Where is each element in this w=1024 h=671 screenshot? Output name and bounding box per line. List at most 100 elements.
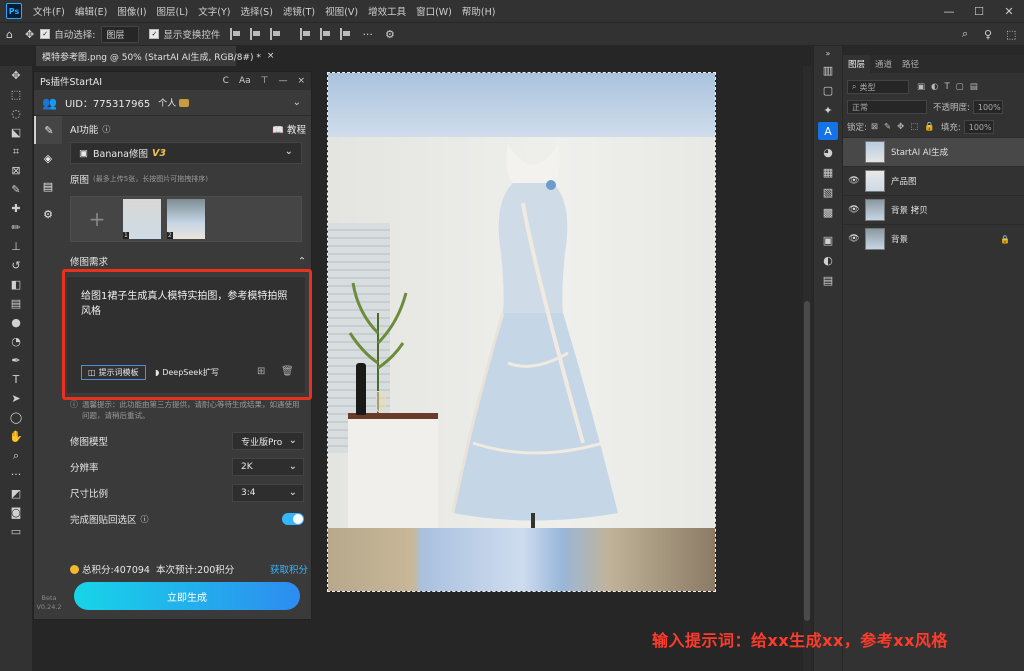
uploaded-thumb-1[interactable]: 1 xyxy=(123,199,161,239)
move-tool-icon[interactable]: ✥ xyxy=(25,28,34,41)
filter-type-icon[interactable]: T xyxy=(944,82,949,92)
resolution-dropdown[interactable]: 2K ⌄ xyxy=(232,458,304,476)
align-right-icon[interactable] xyxy=(270,28,282,40)
align-top-icon[interactable] xyxy=(300,28,312,40)
menu-image[interactable]: 图像(I) xyxy=(112,4,151,18)
align-bottom-icon[interactable] xyxy=(340,28,352,40)
layer-visibility-empty[interactable] xyxy=(843,147,865,157)
path-select-icon[interactable]: ➤ xyxy=(0,389,32,408)
color-panel-icon[interactable]: ◕ xyxy=(814,142,842,162)
get-credits-link[interactable]: 获取积分 xyxy=(270,562,308,576)
lock-move-icon[interactable]: ✥ xyxy=(897,122,904,132)
tab-layers[interactable]: 图层 xyxy=(843,55,871,73)
move-tool-icon[interactable]: ✥ xyxy=(0,66,32,85)
maximize-icon[interactable]: ☐ xyxy=(964,0,994,22)
more-tools-icon[interactable]: ··· xyxy=(0,465,32,484)
auto-select-checkbox[interactable]: ✓ xyxy=(40,29,51,39)
color-swatches-icon[interactable]: ◩ xyxy=(0,484,32,503)
paste-back-toggle[interactable] xyxy=(282,513,304,525)
filter-adjust-icon[interactable]: ◐ xyxy=(931,82,938,92)
lock-paint-icon[interactable]: ✎ xyxy=(884,122,891,132)
collapse-icon[interactable]: » xyxy=(814,46,842,60)
generate-button[interactable]: 立即生成 xyxy=(74,582,300,610)
uploaded-thumb-2[interactable]: 2 xyxy=(167,199,205,239)
settings-gear-icon[interactable]: ⚙ xyxy=(385,28,395,41)
marquee-tool-icon[interactable]: ⬚ xyxy=(0,85,32,104)
more-options-icon[interactable]: ··· xyxy=(362,28,373,41)
pen-tool-icon[interactable]: ✒ xyxy=(0,351,32,370)
history-brush-icon[interactable]: ↺ xyxy=(0,256,32,275)
document-tab-close-icon[interactable]: × xyxy=(267,51,275,61)
menu-file[interactable]: 文件(F) xyxy=(28,4,70,18)
lock-artboard-icon[interactable]: ⬚ xyxy=(910,122,918,132)
learn-icon[interactable]: ✦ xyxy=(814,100,842,120)
info-icon[interactable]: ⓘ xyxy=(141,514,149,525)
zoom-tool-icon[interactable]: ⌕ xyxy=(0,446,32,465)
align-left-icon[interactable] xyxy=(230,28,242,40)
align-middle-icon[interactable] xyxy=(320,28,332,40)
refresh-icon[interactable]: C xyxy=(223,76,229,86)
lock-pixels-icon[interactable]: ⊠ xyxy=(871,122,878,132)
photoshop-logo[interactable]: Ps xyxy=(6,3,22,19)
menu-window[interactable]: 窗口(W) xyxy=(411,4,457,18)
chevron-down-icon[interactable]: ⌄ xyxy=(293,97,301,108)
auto-select-dropdown[interactable]: 图层 xyxy=(101,25,140,43)
layer-item[interactable]: StartAI AI生成 xyxy=(843,137,1024,166)
blend-mode-dropdown[interactable]: 正常 xyxy=(847,100,927,114)
brush-tool-icon[interactable]: ✏ xyxy=(0,218,32,237)
screen-mode-icon[interactable]: ▭ xyxy=(0,522,32,541)
eyedropper-icon[interactable]: ✎ xyxy=(0,180,32,199)
tutorial-link[interactable]: 📖 教程 xyxy=(272,122,306,136)
adjustments-icon[interactable]: ◐ xyxy=(814,250,842,270)
scrollbar-thumb[interactable] xyxy=(804,301,810,621)
history-panel-icon[interactable]: ▥ xyxy=(814,60,842,80)
gradients-icon[interactable]: ▧ xyxy=(814,182,842,202)
tab-channels[interactable]: 通道 xyxy=(870,55,897,73)
quick-mask-icon[interactable]: ◙ xyxy=(0,503,32,522)
add-image-icon[interactable]: + xyxy=(77,199,117,239)
filter-smart-icon[interactable]: ▤ xyxy=(970,82,978,92)
share-icon[interactable]: ⬚ xyxy=(1006,28,1016,41)
properties-icon[interactable]: ▤ xyxy=(814,270,842,290)
minimize-panel-icon[interactable]: — xyxy=(278,76,287,86)
menu-type[interactable]: 文字(Y) xyxy=(193,4,235,18)
document-icon[interactable]: ▤ xyxy=(34,172,62,200)
document-canvas[interactable] xyxy=(327,72,716,592)
info-icon[interactable]: ⓘ xyxy=(102,124,110,135)
menu-layer[interactable]: 图层(L) xyxy=(152,4,194,18)
type-tool-icon[interactable]: T xyxy=(0,370,32,389)
lasso-tool-icon[interactable]: ◌ xyxy=(0,104,32,123)
stamp-tool-icon[interactable]: ⊥ xyxy=(0,237,32,256)
edit-icon[interactable]: ✎ xyxy=(34,116,62,144)
vertical-scrollbar[interactable] xyxy=(803,66,811,671)
menu-select[interactable]: 选择(S) xyxy=(235,4,277,18)
minimize-icon[interactable]: — xyxy=(934,0,964,22)
swatches-icon[interactable]: ▦ xyxy=(814,162,842,182)
menu-filter[interactable]: 滤镜(T) xyxy=(278,4,320,18)
search-icon[interactable]: ⌕ xyxy=(962,27,968,41)
eye-icon[interactable]: 👁 xyxy=(843,176,865,186)
tab-paths[interactable]: 路径 xyxy=(897,55,924,73)
chevron-up-icon[interactable]: ⌃ xyxy=(298,256,306,267)
light-bulb-icon[interactable]: ♀ xyxy=(984,28,992,41)
repair-model-dropdown[interactable]: 专业版Pro ⌄ xyxy=(232,432,304,450)
gradient-tool-icon[interactable]: ▤ xyxy=(0,294,32,313)
layer-item[interactable]: 👁 背景 拷贝 xyxy=(843,195,1024,224)
patterns-icon[interactable]: ▩ xyxy=(814,202,842,222)
eye-icon[interactable]: 👁 xyxy=(843,205,865,215)
document-tab[interactable]: 模特参考图.png @ 50% (StartAI AI生成, RGB/8#) *… xyxy=(36,46,274,66)
dodge-tool-icon[interactable]: ◔ xyxy=(0,332,32,351)
layer-filter-dropdown[interactable]: ⌕ 类型 xyxy=(847,80,909,94)
upload-area[interactable]: + 1 2 xyxy=(70,196,302,242)
ratio-dropdown[interactable]: 3:4 ⌄ xyxy=(232,484,304,502)
close-panel-icon[interactable]: × xyxy=(297,76,305,86)
hand-tool-icon[interactable]: ✋ xyxy=(0,427,32,446)
opacity-input[interactable]: 100% xyxy=(972,100,1003,114)
ai-model-dropdown[interactable]: ▣ Banana修图 V3 ⌄ xyxy=(70,142,302,164)
frame-tool-icon[interactable]: ⊠ xyxy=(0,161,32,180)
healing-brush-icon[interactable]: ✚ xyxy=(0,199,32,218)
filter-shape-icon[interactable]: ▢ xyxy=(956,82,964,92)
layer-item[interactable]: 👁 产品图 xyxy=(843,166,1024,195)
eraser-tool-icon[interactable]: ◧ xyxy=(0,275,32,294)
menu-help[interactable]: 帮助(H) xyxy=(457,4,501,18)
